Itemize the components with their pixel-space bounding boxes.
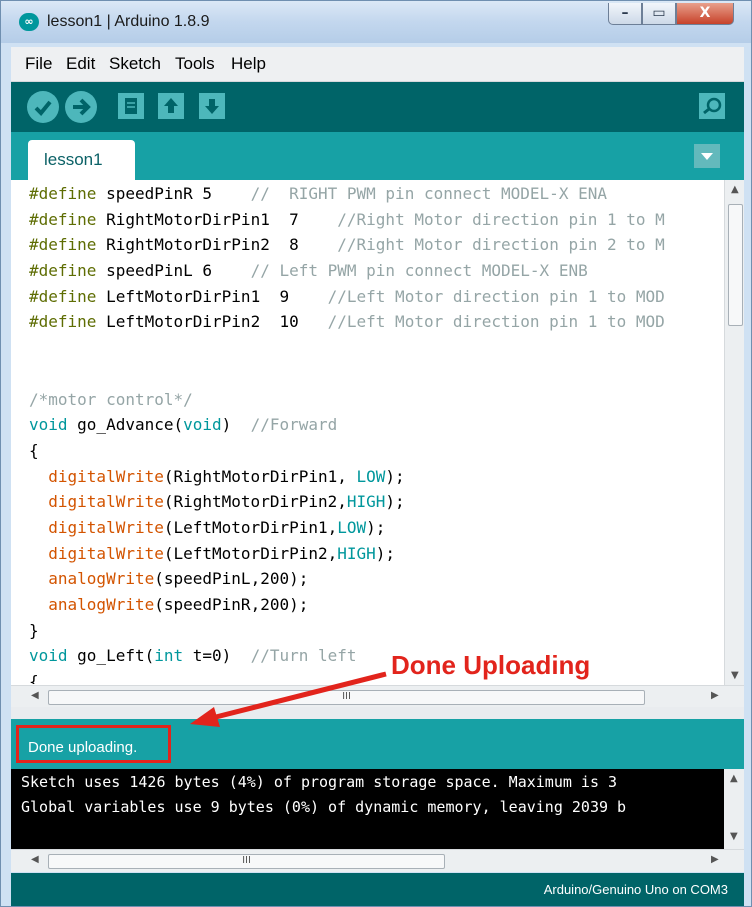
magnifier-icon xyxy=(703,97,722,115)
code-line: /*motor control*/ xyxy=(29,389,193,409)
code-line: } xyxy=(29,620,39,640)
code-line: void go_Advance(void) //Forward xyxy=(29,415,338,435)
arrow-up-icon xyxy=(164,98,178,113)
annotation-arrow-icon xyxy=(190,671,387,727)
menu-bar: File Edit Sketch Tools Help xyxy=(11,47,744,82)
new-button[interactable] xyxy=(118,93,144,119)
done-uploading-annotation: Done Uploading xyxy=(391,650,591,680)
editor-vertical-scrollbar[interactable]: ▲ ▼ xyxy=(724,180,744,685)
scroll-right-icon[interactable]: ▶ xyxy=(711,854,719,865)
code-line: { xyxy=(29,440,39,460)
code-line: digitalWrite(RightMotorDirPin2,HIGH); xyxy=(48,492,405,512)
code-line: digitalWrite(LeftMotorDirPin1,LOW); xyxy=(48,517,386,537)
tab-lesson1-label: lesson1 xyxy=(44,150,103,169)
code-line: analogWrite(speedPinR,200); xyxy=(48,595,309,614)
console-horizontal-thumb[interactable]: III xyxy=(48,854,445,869)
menu-edit[interactable]: Edit xyxy=(66,54,95,74)
board-port-label: Arduino/Genuino Uno on COM3 xyxy=(543,882,728,897)
open-button[interactable] xyxy=(158,93,184,119)
minimize-button[interactable]: – xyxy=(608,3,642,25)
tab-bar: lesson1 xyxy=(11,132,744,180)
upload-button[interactable] xyxy=(65,91,97,123)
code-line: digitalWrite(LeftMotorDirPin2,HIGH); xyxy=(48,543,396,563)
scroll-left-icon[interactable]: ◀ xyxy=(31,854,39,865)
code-text-area[interactable]: #define speedPinR 5 // RIGHT PWM pin con… xyxy=(29,184,714,684)
code-line: #define speedPinL 6 // Left PWM pin conn… xyxy=(29,261,588,281)
scroll-down-icon[interactable]: ▼ xyxy=(730,831,738,842)
window-title: lesson1 | Arduino 1.8.9 xyxy=(47,13,210,30)
code-editor[interactable]: #define speedPinR 5 // RIGHT PWM pin con… xyxy=(11,180,744,685)
scroll-up-icon[interactable]: ▲ xyxy=(730,773,738,784)
status-message: Done uploading. xyxy=(28,739,138,756)
code-line: #define RightMotorDirPin2 8 //Right Moto… xyxy=(29,235,665,255)
code-line: #define speedPinR 5 // RIGHT PWM pin con… xyxy=(29,184,607,203)
title-bar: ∞ lesson1 | Arduino 1.8.9 – ▭ X xyxy=(1,1,751,43)
scroll-down-icon[interactable]: ▼ xyxy=(731,670,739,681)
menu-file[interactable]: File xyxy=(25,54,52,74)
code-line: analogWrite(speedPinL,200); xyxy=(48,569,309,589)
code-line: #define LeftMotorDirPin2 10 //Left Motor… xyxy=(29,312,665,332)
menu-sketch[interactable]: Sketch xyxy=(109,54,161,74)
menu-help[interactable]: Help xyxy=(231,54,266,74)
maximize-button[interactable]: ▭ xyxy=(642,3,676,25)
arduino-ide-window: ∞ lesson1 | Arduino 1.8.9 – ▭ X File Edi… xyxy=(0,0,752,907)
code-line: #define RightMotorDirPin1 7 //Right Moto… xyxy=(29,209,665,229)
menu-tools[interactable]: Tools xyxy=(175,54,215,74)
code-line: #define LeftMotorDirPin1 9 //Left Motor … xyxy=(29,286,665,306)
console-output: Sketch uses 1426 bytes (4%) of program s… xyxy=(11,769,744,849)
console-line: Sketch uses 1426 bytes (4%) of program s… xyxy=(21,773,618,791)
code-line: digitalWrite(RightMotorDirPin1, LOW); xyxy=(48,466,405,486)
close-button[interactable]: X xyxy=(676,3,734,25)
toolbar xyxy=(11,82,744,132)
board-status-bar: Arduino/Genuino Uno on COM3 xyxy=(11,873,744,906)
arrow-right-icon xyxy=(73,98,91,116)
editor-scroll-thumb[interactable] xyxy=(728,204,743,326)
scroll-up-icon[interactable]: ▲ xyxy=(731,184,739,195)
console-vertical-scrollbar[interactable]: ▲ ▼ xyxy=(724,769,744,849)
verify-button[interactable] xyxy=(27,91,59,123)
arduino-logo-icon: ∞ xyxy=(19,13,39,31)
check-icon xyxy=(34,100,52,116)
scroll-right-icon[interactable]: ▶ xyxy=(711,690,719,701)
console-horizontal-scrollbar[interactable]: ◀ III ▶ xyxy=(11,849,744,872)
tab-menu-dropdown-icon[interactable] xyxy=(694,144,720,168)
console-line: Global variables use 9 bytes (0%) of dyn… xyxy=(21,798,627,816)
serial-monitor-button[interactable] xyxy=(699,93,725,119)
document-icon xyxy=(125,98,137,114)
scroll-left-icon[interactable]: ◀ xyxy=(31,690,39,701)
arrow-down-icon xyxy=(205,99,219,114)
save-button[interactable] xyxy=(199,93,225,119)
